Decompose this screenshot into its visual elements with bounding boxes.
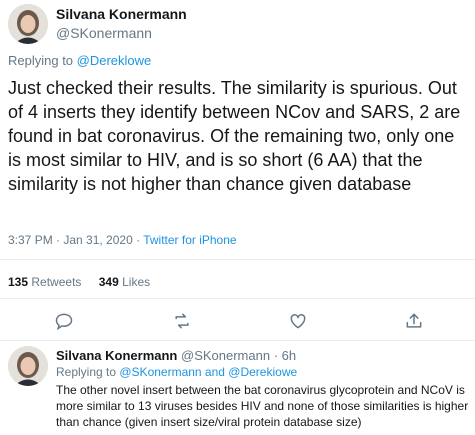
likes-count: 349 (98, 275, 119, 289)
author-photo (8, 4, 48, 44)
share-icon (406, 313, 422, 328)
retweet-button[interactable] (170, 309, 194, 333)
divider (0, 298, 475, 299)
like-icon (290, 313, 306, 329)
tweet-timestamp-line: 3:37 PM · Jan 31, 2020 · Twitter for iPh… (8, 233, 237, 247)
tweet-source[interactable]: Twitter for iPhone (143, 233, 236, 247)
tweet-text: Just checked their results. The similari… (8, 78, 461, 194)
reply-replying-to-line: Replying to @SKonermann and @Derekiowe (56, 365, 297, 379)
reply-author-name[interactable]: Silvana Konermann (56, 348, 177, 363)
divider (0, 259, 475, 260)
like-button[interactable] (286, 309, 310, 333)
reply-replying-to-link[interactable]: @SKonermann and @Derekiowe (119, 365, 297, 379)
replying-to-link[interactable]: @Dereklowe (77, 53, 152, 68)
retweets-label: Retweets (31, 275, 82, 289)
reply-avatar[interactable] (8, 346, 48, 386)
reply-button[interactable] (52, 309, 76, 333)
retweets-count: 135 (8, 275, 29, 289)
author-handle[interactable]: @SKonermann (56, 25, 152, 41)
author-photo (8, 346, 48, 386)
likes-stat[interactable]: 349 Likes (99, 275, 150, 289)
retweets-stat[interactable]: 135 Retweets (8, 275, 85, 289)
share-button[interactable] (402, 309, 426, 333)
tweet-timestamp[interactable]: 3:37 PM · Jan 31, 2020 · (8, 233, 143, 247)
retweet-icon (175, 313, 189, 329)
reply-icon (55, 313, 73, 331)
reply-replying-to-prefix: Replying to (56, 365, 120, 379)
likes-label: Likes (122, 275, 151, 289)
reply-tweet-text: The other novel insert between the bat c… (56, 383, 469, 429)
reply-author-handle[interactable]: @SKonermann · 6h (181, 348, 296, 363)
divider (0, 340, 475, 341)
avatar[interactable] (8, 4, 48, 44)
tweet-stats: 135 Retweets 349 Likes (8, 275, 150, 289)
reply-header: Silvana Konermann @SKonermann · 6h (56, 348, 296, 363)
author-name[interactable]: Silvana Konermann (56, 6, 187, 22)
replying-to-prefix: Replying to (8, 53, 77, 68)
replying-to-line: Replying to @Dereklowe (8, 53, 151, 68)
